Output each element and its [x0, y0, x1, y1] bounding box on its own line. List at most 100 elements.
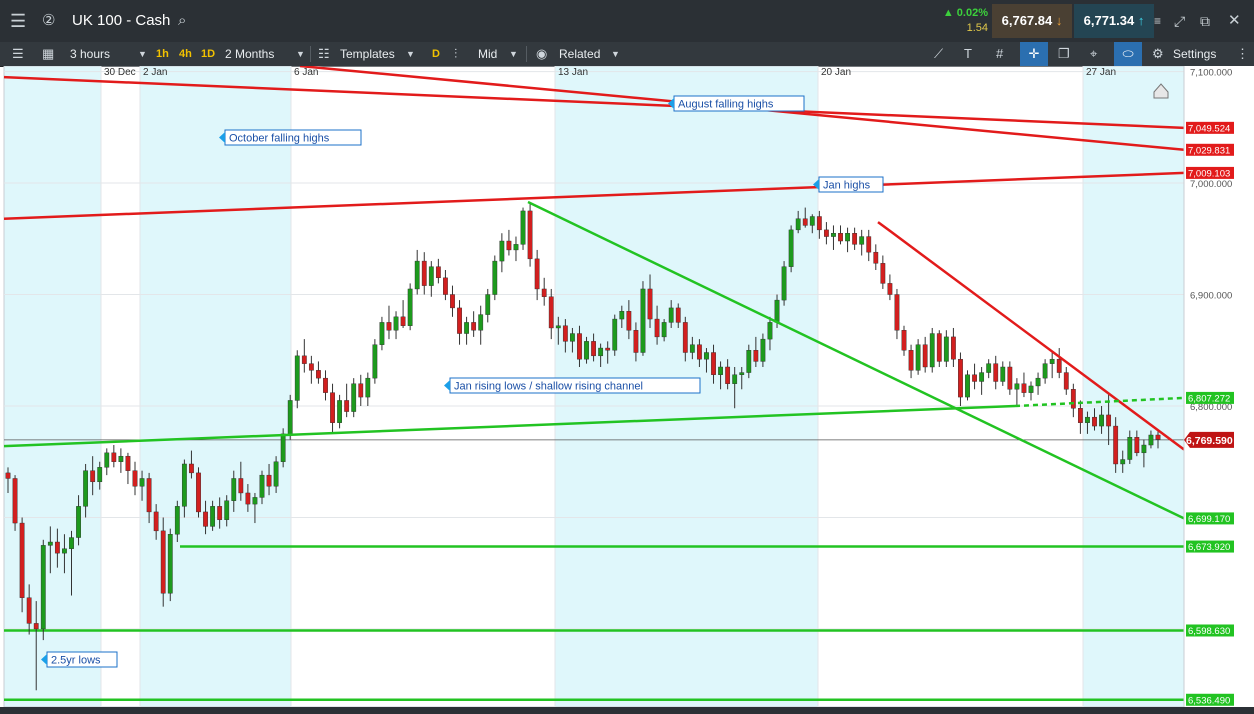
interval-1d-button[interactable]: 1D [201, 42, 215, 66]
candle-body[interactable] [1120, 459, 1126, 465]
interval-select[interactable]: 3 hours [70, 42, 110, 66]
candle-body[interactable] [732, 374, 738, 384]
candle-body[interactable] [746, 350, 752, 373]
candle-body[interactable] [5, 472, 11, 479]
related-button[interactable]: Related [559, 42, 600, 66]
candle-body[interactable] [203, 511, 208, 527]
candle-body[interactable] [852, 233, 858, 245]
candle-body[interactable] [301, 355, 307, 364]
annotation-label[interactable]: Jan rising lows / shallow rising channel [444, 377, 701, 394]
candle-body[interactable] [711, 352, 716, 375]
candle-body[interactable] [824, 229, 829, 237]
candle-body[interactable] [111, 452, 117, 462]
list-icon[interactable]: ☰ [12, 42, 24, 66]
candle-body[interactable] [647, 288, 653, 320]
candle-body[interactable] [259, 474, 265, 498]
candle-body[interactable] [90, 470, 96, 483]
candle-body[interactable] [365, 377, 371, 398]
candle-body[interactable] [901, 330, 907, 351]
candle-body[interactable] [577, 333, 582, 360]
candle-body[interactable] [337, 400, 342, 423]
menu-icon[interactable]: ☰ [10, 0, 26, 42]
candle-body[interactable] [421, 260, 427, 286]
candle-body[interactable] [936, 333, 942, 362]
candle-body[interactable] [619, 311, 625, 320]
candle-body[interactable] [816, 216, 822, 231]
candle-body[interactable] [541, 288, 547, 297]
workspace-two-icon[interactable]: ② [42, 0, 55, 42]
popout-icon[interactable]: ⧉ [1200, 0, 1210, 42]
candle-body[interactable] [400, 316, 406, 326]
candle-body[interactable] [1049, 358, 1055, 364]
price-chart[interactable]: 30 Dec 2 Jan 6 Jan 13 Jan 20 Jan 27 Jan Augus… [0, 66, 1254, 707]
candle-body[interactable] [492, 260, 498, 295]
candle-body[interactable] [189, 463, 194, 474]
candle-body[interactable] [26, 597, 32, 624]
candle-body[interactable] [972, 374, 977, 382]
search-icon[interactable]: ⌕ [178, 0, 186, 42]
interval-4h-button[interactable]: 4h [179, 42, 192, 66]
candle-body[interactable] [1141, 444, 1147, 454]
candle-body[interactable] [548, 296, 554, 329]
candle-body[interactable] [217, 506, 223, 520]
candle-body[interactable] [1063, 372, 1069, 390]
templates-chevron-down-icon[interactable]: ▼ [406, 42, 415, 66]
candle-body[interactable] [196, 472, 201, 513]
candle-body[interactable] [76, 506, 81, 538]
candle-body[interactable] [894, 294, 900, 331]
candle-body[interactable] [873, 251, 879, 264]
candle-body[interactable] [83, 470, 89, 507]
candle-body[interactable] [527, 210, 533, 260]
candle-body[interactable] [612, 318, 618, 351]
candle-body[interactable] [993, 363, 999, 382]
candle-body[interactable] [1085, 416, 1090, 423]
candle-body[interactable] [372, 344, 378, 379]
candle-body[interactable] [753, 350, 759, 362]
templates-button[interactable]: Templates [340, 42, 395, 66]
candle-body[interactable] [280, 433, 286, 462]
related-chevron-down-icon[interactable]: ▼ [611, 42, 620, 66]
candle-body[interactable] [704, 352, 709, 360]
candle-body[interactable] [323, 377, 328, 393]
candle-body[interactable] [1007, 366, 1013, 390]
candle-body[interactable] [54, 541, 60, 554]
candle-body[interactable] [125, 455, 131, 471]
candlestick-icon[interactable]: ⫶ [454, 42, 457, 66]
candle-body[interactable] [520, 210, 526, 245]
eye-icon[interactable]: ◉ [536, 42, 547, 66]
candle-body[interactable] [386, 322, 392, 331]
candle-body[interactable] [1070, 389, 1076, 409]
candle-body[interactable] [47, 541, 53, 546]
gear-icon[interactable]: ⚙ [1152, 42, 1164, 66]
candle-body[interactable] [308, 363, 314, 371]
candle-body[interactable] [146, 478, 152, 513]
candle-body[interactable] [598, 347, 604, 357]
settings-button[interactable]: Settings [1173, 42, 1216, 66]
indicator-icon[interactable]: ⌖ [1090, 42, 1097, 66]
candle-body[interactable] [845, 233, 850, 242]
candle-body[interactable] [287, 400, 293, 435]
candle-body[interactable] [1014, 383, 1020, 390]
candle-body[interactable] [654, 318, 660, 338]
candle-body[interactable] [661, 322, 667, 338]
candle-body[interactable] [739, 372, 745, 375]
draw-line-icon[interactable]: ⟋ [934, 42, 943, 66]
candle-body[interactable] [943, 336, 949, 362]
candle-body[interactable] [97, 467, 103, 483]
candle-body[interactable] [1092, 416, 1097, 427]
candle-body[interactable] [1106, 414, 1112, 427]
candle-body[interactable] [62, 548, 67, 554]
candle-body[interactable] [1127, 437, 1133, 460]
candle-body[interactable] [682, 322, 688, 353]
candle-body[interactable] [640, 288, 646, 353]
candle-body[interactable] [774, 299, 780, 323]
grid-icon[interactable]: # [996, 42, 1003, 66]
layers-icon[interactable]: ❐ [1058, 42, 1070, 66]
candle-body[interactable] [1028, 385, 1034, 393]
candle-body[interactable] [40, 545, 46, 630]
candle-body[interactable] [139, 478, 145, 487]
depth-bars-icon[interactable]: ≡ [1154, 0, 1161, 42]
candle-body[interactable] [273, 461, 279, 487]
candle-body[interactable] [866, 236, 872, 253]
candle-body[interactable] [499, 240, 505, 262]
